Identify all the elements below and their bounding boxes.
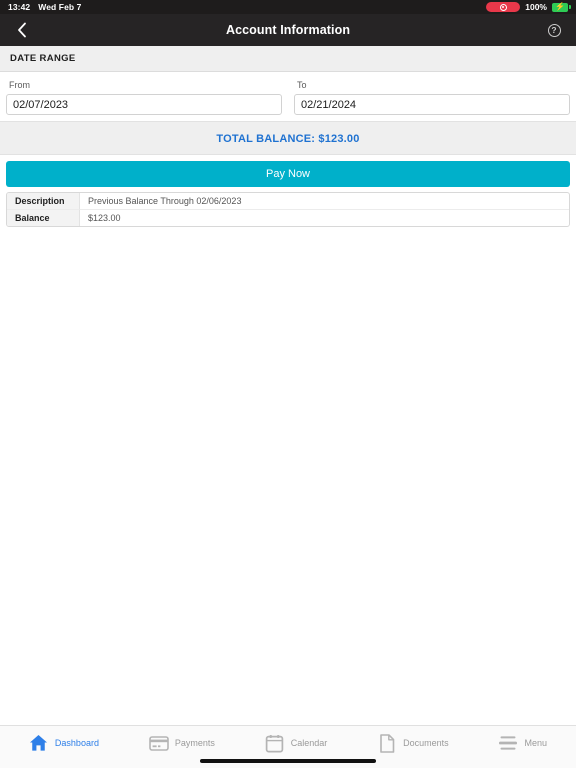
tab-calendar[interactable]: Calendar: [261, 733, 332, 753]
row-label: Balance: [7, 209, 80, 226]
help-circle-icon: ?: [547, 23, 561, 37]
total-balance-text: TOTAL BALANCE: $123.00: [216, 133, 360, 145]
date-range-fields: From To: [0, 72, 576, 121]
status-bar-right: 100% ⚡: [486, 2, 571, 12]
pay-now-container: Pay Now: [0, 155, 576, 192]
table-row: Balance $123.00: [7, 209, 569, 226]
row-label: Description: [7, 193, 80, 209]
tab-label: Documents: [403, 738, 449, 748]
from-field-group: From: [6, 80, 282, 115]
tab-payments[interactable]: Payments: [145, 733, 219, 753]
status-bar: 13:42 Wed Feb 7 100% ⚡: [0, 0, 576, 14]
chevron-left-icon: [17, 22, 27, 38]
tab-label: Menu: [524, 738, 547, 748]
document-icon: [377, 733, 397, 753]
to-field-group: To: [294, 80, 570, 115]
status-date: Wed Feb 7: [38, 2, 82, 12]
calendar-icon: [265, 733, 285, 753]
tab-label: Calendar: [290, 738, 328, 748]
app-screen: 13:42 Wed Feb 7 100% ⚡ Account Informati…: [0, 0, 576, 768]
tab-label: Payments: [174, 738, 215, 748]
from-date-input[interactable]: [6, 94, 282, 115]
row-value: $123.00: [80, 209, 569, 226]
from-label: From: [9, 80, 30, 90]
to-date-input[interactable]: [294, 94, 570, 115]
status-time: 13:42: [8, 2, 31, 12]
record-icon: [486, 2, 521, 12]
home-icon: [29, 733, 49, 753]
bolt-glyph: ⚡: [555, 2, 565, 11]
back-button[interactable]: [0, 14, 44, 46]
account-detail-table: Description Previous Balance Through 02/…: [6, 192, 570, 227]
pay-now-button[interactable]: Pay Now: [6, 161, 570, 187]
status-bar-left: 13:42 Wed Feb 7: [8, 2, 82, 12]
to-label: To: [297, 80, 307, 90]
credit-card-icon: [149, 733, 169, 753]
hamburger-menu-icon: [498, 733, 518, 753]
tab-documents[interactable]: Documents: [373, 733, 453, 753]
page-title: Account Information: [225, 23, 351, 37]
row-value: Previous Balance Through 02/06/2023: [88, 196, 242, 206]
tab-menu[interactable]: Menu: [494, 733, 551, 753]
battery-percent-label: 100%: [525, 2, 547, 12]
home-indicator: [200, 759, 376, 763]
tab-dashboard[interactable]: Dashboard: [25, 733, 103, 753]
date-range-section-header: DATE RANGE: [0, 46, 576, 72]
help-button[interactable]: ?: [532, 14, 576, 46]
tab-label: Dashboard: [54, 738, 99, 748]
table-row: Description Previous Balance Through 02/…: [7, 193, 569, 209]
content-empty-area: [0, 227, 576, 725]
navigation-bar: Account Information ?: [0, 14, 576, 46]
battery-charging-icon: ⚡: [552, 2, 571, 12]
total-balance-band: TOTAL BALANCE: $123.00: [0, 121, 576, 155]
